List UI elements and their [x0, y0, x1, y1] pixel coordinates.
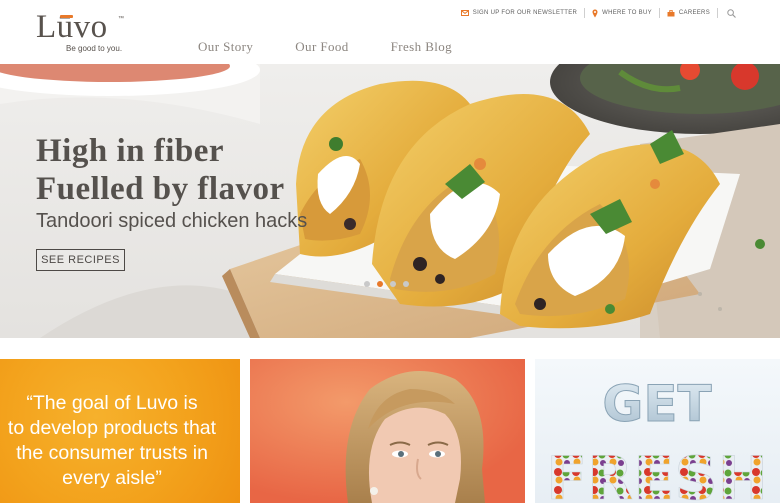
map-pin-icon	[592, 9, 598, 17]
fresh-word: FRESH	[546, 444, 768, 503]
briefcase-icon	[667, 9, 675, 16]
quote-line: to develop products that	[7, 417, 217, 439]
carousel-dot-active[interactable]	[377, 281, 383, 287]
quote-line: every aisle”	[62, 467, 162, 489]
newsletter-label: SIGN UP FOR OUR NEWSLETTER	[472, 10, 578, 16]
portrait-tile[interactable]	[250, 359, 525, 503]
carousel-dots	[364, 281, 416, 287]
carousel-dot[interactable]	[390, 281, 396, 287]
carousel-dot[interactable]	[403, 281, 409, 287]
utility-nav: SIGN UP FOR OUR NEWSLETTER WHERE TO BUY …	[460, 8, 736, 18]
where-to-buy-link[interactable]: WHERE TO BUY	[592, 9, 652, 18]
main-nav: Our Story Our Food Fresh Blog	[198, 39, 494, 55]
quote-line: “The goal of Luvo is	[26, 392, 198, 414]
hero-subheadline: Tandoori spiced chicken hacks	[36, 210, 308, 232]
utility-divider	[717, 8, 718, 18]
newsletter-link[interactable]: SIGN UP FOR OUR NEWSLETTER	[460, 10, 578, 16]
logo-tagline: Be good to you.	[66, 44, 123, 53]
utility-divider	[584, 8, 586, 18]
careers-label: CAREERS	[678, 10, 710, 16]
get-fresh-tile[interactable]: GET FRESH	[535, 359, 780, 503]
nav-our-food[interactable]: Our Food	[295, 39, 348, 55]
utility-divider	[658, 8, 660, 18]
hero-carousel: High in fiber Fuelled by flavor Tandoori…	[0, 64, 780, 338]
see-recipes-button[interactable]: SEE RECIPES	[36, 249, 125, 271]
get-fresh-graphic: GET FRESH	[546, 375, 768, 503]
logo-trademark: ™	[118, 16, 124, 22]
nav-our-story[interactable]: Our Story	[198, 39, 253, 55]
envelope-icon	[460, 10, 469, 16]
carousel-dot[interactable]	[364, 281, 370, 287]
hero-copy: High in fiber Fuelled by flavor Tandoori…	[36, 132, 307, 233]
get-word: GET	[602, 375, 711, 433]
site-header: Lūvo ™ Be good to you. SIGN UP FOR OUR N…	[0, 0, 780, 64]
careers-link[interactable]: CAREERS	[667, 9, 710, 17]
quote-line: the consumer trusts in	[16, 442, 208, 464]
portrait-photo	[250, 359, 525, 503]
quote-text: “The goal of Luvo is to develop products…	[0, 391, 230, 491]
hero-headline-line1: High in fiber	[36, 133, 225, 169]
luvo-logo[interactable]: Lūvo ™ Be good to you.	[36, 10, 126, 56]
where-to-buy-label: WHERE TO BUY	[602, 10, 652, 16]
quote-tile[interactable]: “The goal of Luvo is to develop products…	[0, 359, 240, 503]
hero-headline-line2: Fuelled by flavor	[36, 171, 285, 207]
nav-fresh-blog[interactable]: Fresh Blog	[391, 39, 452, 55]
search-icon[interactable]	[727, 8, 736, 18]
logo-macron	[60, 15, 73, 18]
